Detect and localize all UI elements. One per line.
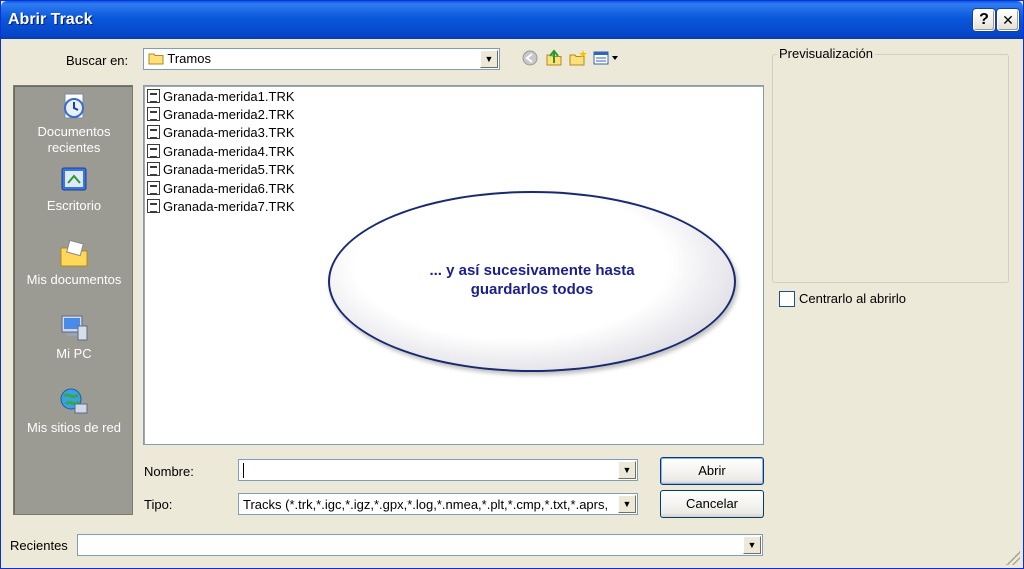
filetype-select[interactable]: Tracks (*.trk,*.igc,*.igz,*.gpx,*.log,*.…: [238, 493, 638, 515]
cancel-button[interactable]: Cancelar: [660, 490, 764, 518]
preview-panel: [772, 54, 1009, 283]
places-bar: Documentos recientes Escritorio Mis docu…: [13, 85, 133, 515]
list-item[interactable]: Granada-merida4.TRK: [147, 142, 295, 160]
list-item[interactable]: Granada-merida1.TRK: [147, 87, 295, 105]
filename-label: Nombre:: [144, 464, 194, 479]
lookin-value: Tramos: [167, 51, 211, 66]
my-computer-icon: [61, 315, 88, 341]
recent-label: Recientes: [10, 538, 68, 553]
place-network[interactable]: Mis sitios de red: [14, 386, 134, 436]
list-item[interactable]: Granada-merida6.TRK: [147, 179, 295, 197]
track-file-icon: [147, 144, 160, 158]
close-button[interactable]: ✕: [997, 9, 1019, 31]
chevron-down-icon[interactable]: ▼: [743, 536, 761, 554]
place-my-computer[interactable]: Mi PC: [14, 312, 134, 362]
filetype-value: Tracks (*.trk,*.igc,*.igz,*.gpx,*.log,*.…: [243, 497, 609, 512]
list-item[interactable]: Granada-merida5.TRK: [147, 160, 295, 178]
folder-icon: [148, 53, 164, 65]
list-item[interactable]: Granada-merida2.TRK: [147, 105, 295, 123]
list-item[interactable]: Granada-merida7.TRK: [147, 197, 295, 215]
network-places-icon: [60, 388, 88, 414]
open-button[interactable]: Abrir: [660, 457, 764, 485]
open-track-dialog: Abrir Track ? ✕ Buscar en: Tramos ▼ Docu…: [0, 0, 1024, 569]
window-title: Abrir Track: [8, 11, 93, 28]
filename-input[interactable]: ▼: [238, 459, 638, 481]
new-folder-icon[interactable]: [569, 49, 587, 67]
help-button[interactable]: ?: [973, 9, 995, 31]
lookin-label: Buscar en:: [66, 53, 129, 68]
filetype-label: Tipo:: [144, 497, 173, 512]
track-file-icon: [147, 181, 160, 195]
center-checkbox-label: Centrarlo al abrirlo: [799, 291, 906, 306]
place-my-documents[interactable]: Mis documentos: [14, 238, 134, 288]
chevron-down-icon[interactable]: ▼: [480, 50, 498, 68]
up-folder-icon[interactable]: [545, 49, 563, 67]
preview-label: Previsualización: [777, 46, 875, 61]
view-menu-icon[interactable]: [593, 49, 623, 67]
recent-combo[interactable]: ▼: [77, 534, 763, 556]
track-file-icon: [147, 125, 160, 139]
desktop-icon: [61, 167, 87, 191]
track-file-icon: [147, 162, 160, 176]
chevron-down-icon[interactable]: ▼: [618, 495, 636, 513]
lookin-combo[interactable]: Tramos ▼: [143, 48, 500, 70]
place-recent-documents[interactable]: Documentos recientes: [14, 90, 134, 156]
chevron-down-icon[interactable]: ▼: [618, 461, 636, 479]
back-icon[interactable]: [521, 49, 539, 67]
filename-value: [243, 463, 244, 478]
track-file-icon: [147, 107, 160, 121]
my-documents-icon: [60, 239, 88, 267]
track-file-icon: [147, 199, 160, 213]
resize-grip[interactable]: [1006, 551, 1020, 565]
place-desktop[interactable]: Escritorio: [14, 164, 134, 214]
list-item[interactable]: Granada-merida3.TRK: [147, 123, 295, 141]
track-file-icon: [147, 89, 160, 103]
recent-documents-icon: [64, 93, 84, 119]
callout-text: ... y así sucesivamente hasta guardarlos…: [429, 262, 635, 298]
center-checkbox[interactable]: [779, 291, 795, 307]
title-bar[interactable]: Abrir Track ? ✕: [1, 1, 1023, 39]
callout-bubble: ... y así sucesivamente hasta guardarlos…: [328, 191, 736, 372]
